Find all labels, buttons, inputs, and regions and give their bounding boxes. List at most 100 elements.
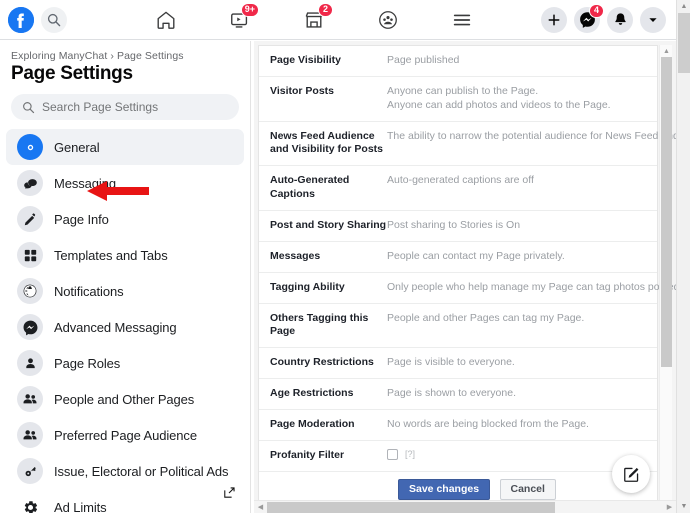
breadcrumb[interactable]: Exploring ManyChat › Page Settings [0, 41, 250, 62]
search-placeholder: Search Page Settings [42, 100, 159, 114]
home-icon[interactable] [151, 6, 181, 34]
row-key: Others Tagging this Page [270, 311, 369, 338]
bell-icon[interactable] [607, 6, 633, 33]
scroll-right-arrow[interactable]: ▶ [663, 501, 676, 513]
header-left-group [0, 6, 67, 33]
sidebar-item-label: Preferred Page Audience [54, 427, 197, 443]
page-scroll-up-arrow[interactable]: ▲ [677, 0, 690, 13]
row-value: People can contact my Page privately. [387, 249, 565, 262]
row-key: Country Restrictions [270, 356, 374, 369]
facebook-logo-icon[interactable] [8, 6, 34, 33]
page-scroll-down-arrow[interactable]: ▼ [677, 500, 690, 513]
table-row[interactable]: Page Moderation No words are being block… [259, 410, 657, 441]
facebook-header: 9+ 2 4 [0, 0, 676, 40]
sidebar-item-label: Templates and Tabs [54, 247, 168, 263]
profanity-filter-checkbox[interactable] [387, 449, 398, 461]
settings-content-panel: Page Visibility Page published Visitor P… [254, 41, 676, 513]
person-icon [17, 350, 43, 376]
row-key: Messages [270, 249, 321, 262]
table-row[interactable]: Visitor Posts Anyone can publish to the … [259, 77, 657, 122]
sidebar-item-preferred-page-audience[interactable]: Preferred Page Audience [6, 417, 244, 453]
sidebar-item-page-roles[interactable]: Page Roles [6, 345, 244, 381]
row-key: Page Visibility [270, 54, 342, 66]
table-row[interactable]: Others Tagging this Page People and othe… [259, 304, 657, 349]
table-row[interactable]: Post and Story Sharing Post sharing to S… [259, 211, 657, 242]
row-value: [?] [387, 449, 415, 461]
people-icon [17, 422, 43, 448]
sidebar-item-label: Ad Limits [54, 499, 107, 513]
pencil-icon [17, 206, 43, 232]
globe-icon [17, 278, 43, 304]
external-link-icon[interactable] [223, 486, 236, 504]
table-row[interactable]: Age Restrictions Page is shown to everyo… [259, 379, 657, 411]
groups-icon[interactable] [373, 6, 403, 34]
scroll-thumb[interactable] [267, 501, 555, 513]
row-value: Page is shown to everyone. [387, 387, 516, 400]
row-value: The ability to narrow the potential audi… [387, 129, 676, 142]
table-row[interactable]: Auto-Generated Captions Auto-generated c… [259, 166, 657, 212]
content-horizontal-scrollbar[interactable]: ◀ ▶ [254, 500, 676, 513]
header-nav-group: 9+ 2 [67, 2, 541, 34]
row-value: Page published [387, 54, 460, 66]
table-row[interactable]: Messages People can contact my Page priv… [259, 242, 657, 273]
table-row[interactable]: Page Visibility Page published [259, 46, 657, 77]
row-value: People and other Pages can tag my Page. [387, 311, 585, 324]
row-key: Tagging Ability [270, 280, 345, 293]
page-scroll-thumb[interactable] [678, 13, 690, 73]
sidebar-item-ad-limits[interactable]: Ad Limits [6, 489, 244, 513]
row-key: Visitor Posts [270, 84, 334, 97]
scroll-up-arrow[interactable]: ▲ [660, 45, 673, 57]
key-icon [17, 458, 43, 484]
sidebar-item-page-info[interactable]: Page Info [6, 201, 244, 237]
messenger-badge: 4 [589, 3, 604, 18]
watch-badge: 9+ [240, 2, 259, 17]
sidebar-item-issue-electoral-or-political-ads[interactable]: Issue, Electoral or Political Ads [6, 453, 244, 489]
content-vertical-scrollbar[interactable]: ▲ ▼ [659, 45, 672, 509]
page-title: Page Settings [11, 63, 133, 84]
row-key: Post and Story Sharing [270, 219, 387, 232]
messenger-icon [17, 314, 43, 340]
header-right-group: 4 [541, 3, 676, 33]
scroll-left-arrow[interactable]: ◀ [254, 501, 267, 513]
hamburger-menu-icon[interactable] [447, 6, 477, 34]
help-label[interactable]: [?] [405, 449, 415, 461]
row-value: Only people who help manage my Page can … [387, 280, 676, 293]
sidebar-nav-list: General Messaging Page Info Templates an… [0, 129, 250, 513]
row-value: Page is visible to everyone. [387, 356, 515, 369]
table-row[interactable]: Tagging Ability Only people who help man… [259, 273, 676, 304]
save-button[interactable]: Save changes [398, 478, 491, 500]
row-key: Auto-Generated Captions [270, 174, 350, 201]
sidebar-item-people-and-other-pages[interactable]: People and Other Pages [6, 381, 244, 417]
people-icon [17, 386, 43, 412]
gear-icon [17, 494, 43, 513]
row-value: Post sharing to Stories is On [387, 219, 521, 232]
messenger-icon[interactable]: 4 [574, 3, 604, 33]
edit-pencil-square-icon[interactable] [612, 455, 650, 493]
watch-video-icon[interactable]: 9+ [225, 2, 259, 34]
cancel-button[interactable]: Cancel [499, 478, 556, 500]
marketplace-shop-icon[interactable]: 2 [299, 2, 333, 34]
table-row[interactable]: Country Restrictions Page is visible to … [259, 348, 657, 380]
profanity-filter-row[interactable]: Profanity Filter [?] [259, 441, 657, 472]
general-settings-card: Page Visibility Page published Visitor P… [258, 45, 676, 513]
plus-icon[interactable] [541, 6, 567, 33]
sidebar-item-general[interactable]: General [6, 129, 244, 165]
sidebar-content-divider [250, 41, 251, 513]
sidebar-item-messaging[interactable]: Messaging [6, 165, 244, 201]
sidebar-item-notifications[interactable]: Notifications [6, 273, 244, 309]
sidebar-item-label: People and Other Pages [54, 391, 195, 407]
table-row[interactable]: News Feed Audience and Visibility for Po… [259, 122, 676, 167]
account-chevron-down-icon[interactable] [640, 6, 666, 33]
row-value: Auto-generated captions are off [387, 174, 534, 187]
sidebar-item-label: General [54, 139, 100, 155]
row-key: News Feed Audience and Visibility for Po… [270, 129, 383, 156]
search-input[interactable]: Search Page Settings [11, 94, 239, 120]
page-vertical-scrollbar[interactable]: ▲ ▼ [676, 0, 690, 513]
page-settings-sidebar: Exploring ManyChat › Page Settings Page … [0, 41, 250, 513]
search-icon[interactable] [41, 6, 67, 33]
chat-icon [17, 170, 43, 196]
sidebar-item-advanced-messaging[interactable]: Advanced Messaging [6, 309, 244, 345]
scroll-track[interactable] [267, 501, 663, 513]
sidebar-item-templates-and-tabs[interactable]: Templates and Tabs [6, 237, 244, 273]
scroll-thumb[interactable] [661, 57, 672, 367]
